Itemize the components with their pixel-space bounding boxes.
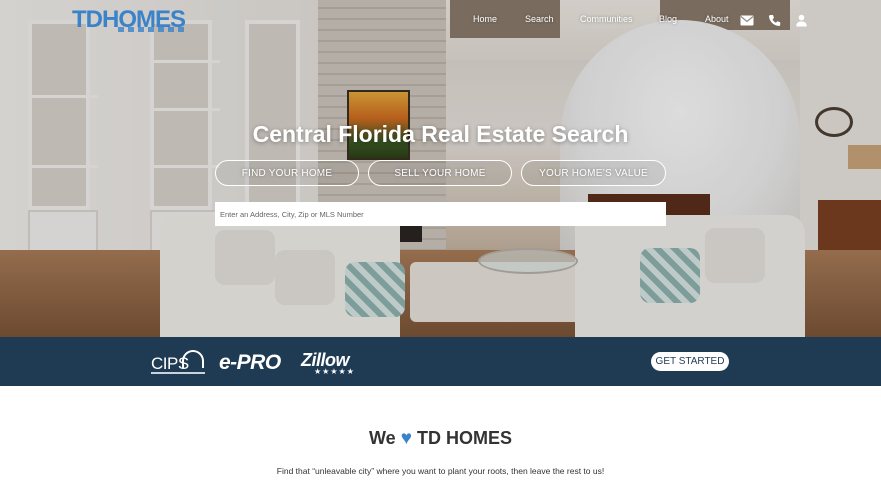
sell-your-home-button[interactable]: SELL YOUR HOME <box>368 160 512 186</box>
property-search-input[interactable] <box>215 202 666 226</box>
nav-search[interactable]: Search <box>525 14 554 28</box>
user-icon[interactable] <box>795 14 809 27</box>
epro-logo: e-PRO <box>219 351 281 374</box>
cips-logo: CIPS <box>151 350 207 376</box>
about-tagline: Find that “unleavable city” where you wa… <box>276 466 605 476</box>
nav-communities[interactable]: Communities <box>580 14 633 28</box>
get-started-button[interactable]: GET STARTED <box>651 352 729 371</box>
we-love-heading: We ♥ TD HOMES <box>368 428 512 449</box>
certification-bar <box>0 337 881 386</box>
nav-about[interactable]: About <box>705 14 729 28</box>
email-icon[interactable] <box>740 14 754 27</box>
heart-icon: ♥ <box>400 428 412 449</box>
nav-home[interactable]: Home <box>473 14 497 28</box>
phone-icon[interactable] <box>768 14 782 27</box>
logo-tagline-mark <box>118 27 188 32</box>
hero-title: Central Florida Real Estate Search <box>252 121 629 147</box>
home-value-button[interactable]: YOUR HOME’S VALUE <box>521 160 666 186</box>
zillow-logo: Zillow ★★★★★ <box>301 350 355 376</box>
find-your-home-button[interactable]: FIND YOUR HOME <box>215 160 359 186</box>
nav-blog[interactable]: Blog <box>659 14 677 28</box>
zillow-rating-stars: ★★★★★ <box>314 367 355 376</box>
